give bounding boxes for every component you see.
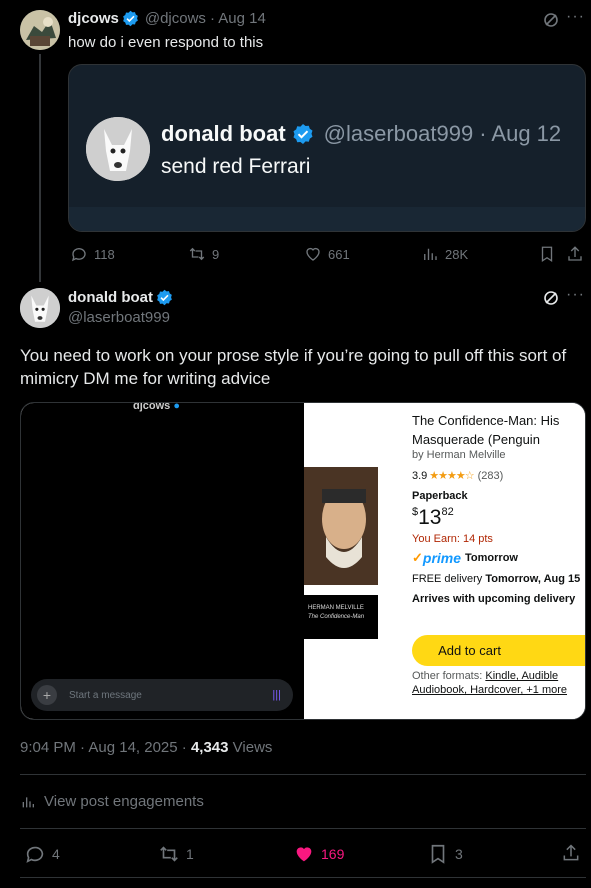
quoted-author-handle: @laserboat999 [323, 121, 474, 146]
points-earn: You Earn: 14 pts [412, 533, 493, 545]
bookmark-icon [427, 843, 449, 865]
star-rating-icon: ★★★★☆ [429, 470, 474, 482]
reply-count: 4 [52, 846, 60, 862]
divider [20, 774, 586, 775]
upcoming-delivery: Arrives with upcoming delivery [412, 593, 576, 605]
avatar-donald-boat[interactable] [20, 288, 60, 328]
other-formats: Other formats: Kindle, Audible Audiobook… [412, 670, 568, 696]
views-count: 28K [445, 246, 469, 262]
product-title: The Confidence-Man: His Masquerade (Peng… [412, 413, 560, 447]
avatar-donald-boat [86, 117, 150, 181]
author-name[interactable]: djcows [68, 10, 119, 27]
reply-count: 118 [94, 246, 115, 262]
price: $1382 [412, 506, 454, 529]
analytics-icon [421, 245, 439, 263]
prime-check-icon: ✓ [412, 550, 423, 565]
more-options-icon[interactable]: ··· [566, 8, 585, 26]
review-count: (283) [477, 469, 504, 482]
view-engagements-link[interactable]: View post engagements [20, 793, 204, 810]
prime-logo: prime [422, 550, 462, 566]
message-composer: + Start a message ||| [31, 679, 293, 711]
prime-row: ✓ prime Tomorrow [412, 550, 518, 566]
author-name[interactable]: donald boat [68, 289, 153, 306]
bookmark-button[interactable]: 3 [427, 843, 463, 865]
tweet-date[interactable]: · Aug 14 [210, 10, 266, 27]
repost-icon [188, 245, 206, 263]
book-cover [304, 467, 378, 585]
tweet-text: how do i even respond to this [68, 34, 264, 51]
heart-icon [293, 843, 315, 865]
like-count: 169 [321, 846, 345, 862]
quoted-text: send red Ferrari [161, 155, 311, 178]
heart-icon [304, 245, 322, 263]
delivery-info: FREE delivery Tomorrow, Aug 15 [412, 573, 581, 585]
format-label: Paperback [412, 490, 468, 502]
bookmark-count: 3 [455, 846, 463, 862]
add-to-cart-button: Add to cart [412, 635, 585, 666]
quoted-header: donald boat @laserboat999 · Aug 12 [161, 121, 561, 147]
reply-button[interactable]: 118 [70, 245, 115, 263]
author-handle[interactable]: @djcows [145, 10, 206, 27]
more-options-icon[interactable]: ··· [566, 286, 585, 304]
verified-icon [292, 123, 314, 145]
repost-button[interactable]: 1 [158, 843, 194, 865]
post-timestamp-row: 9:04 PM · Aug 14, 2025 · 4,343 Views [20, 739, 272, 756]
verified-icon [156, 289, 173, 306]
quoted-date: · Aug 12 [479, 121, 562, 146]
reply-button[interactable]: 4 [24, 843, 60, 865]
share-icon[interactable] [566, 245, 584, 263]
repost-icon [158, 843, 180, 865]
media-image[interactable]: djcows ● + Start a message ||| HERMAN ME… [20, 402, 586, 720]
quoted-card-footer [69, 207, 585, 231]
chat-screenshot: djcows ● + Start a message ||| [21, 403, 304, 719]
rating-row: 3.9 ★★★★☆ (283) [412, 469, 504, 483]
rating-value: 3.9 [412, 469, 428, 482]
bookmark-icon[interactable] [538, 245, 556, 263]
message-placeholder: Start a message [69, 689, 142, 701]
like-count: 661 [328, 246, 350, 262]
quoted-author-name: donald boat [161, 121, 286, 146]
product-author: by Herman Melville [412, 449, 506, 461]
tweet1-header: djcows @djcows · Aug 14 [68, 10, 266, 27]
verified-icon [122, 10, 139, 27]
views-button[interactable]: 28K [421, 245, 468, 263]
analytics-icon [20, 794, 36, 810]
like-button[interactable]: 661 [304, 245, 350, 263]
divider [20, 828, 586, 829]
repost-count: 1 [186, 846, 194, 862]
post-timestamp[interactable]: 9:04 PM · Aug 14, 2025 · [20, 739, 187, 756]
repost-button[interactable]: 9 [188, 245, 219, 263]
divider [20, 877, 586, 878]
share-icon[interactable] [561, 843, 581, 863]
tweet-text: You need to work on your prose style if … [20, 346, 567, 388]
reply-icon [24, 843, 46, 865]
author-handle[interactable]: @laserboat999 [68, 309, 170, 326]
plus-icon: + [37, 685, 57, 705]
views-label: Views [232, 739, 273, 756]
voice-icon: ||| [272, 689, 281, 701]
chat-header: djcows ● [133, 402, 180, 412]
thread-line [39, 54, 41, 282]
quoted-post-image[interactable]: donald boat @laserboat999 · Aug 12 send … [68, 64, 586, 232]
like-button[interactable]: 169 [293, 843, 344, 865]
product-screenshot: HERMAN MELVILLE The Confidence-Man The C… [304, 403, 585, 719]
grok-icon[interactable] [543, 290, 559, 306]
views-count: 4,343 [190, 739, 229, 756]
avatar-djcows[interactable] [20, 10, 60, 50]
grok-icon[interactable] [543, 12, 559, 28]
reply-icon [70, 245, 88, 263]
repost-count: 9 [212, 246, 220, 262]
tweet2-header: donald boat [68, 289, 173, 306]
book-cover-label: HERMAN MELVILLE The Confidence-Man [304, 595, 378, 639]
